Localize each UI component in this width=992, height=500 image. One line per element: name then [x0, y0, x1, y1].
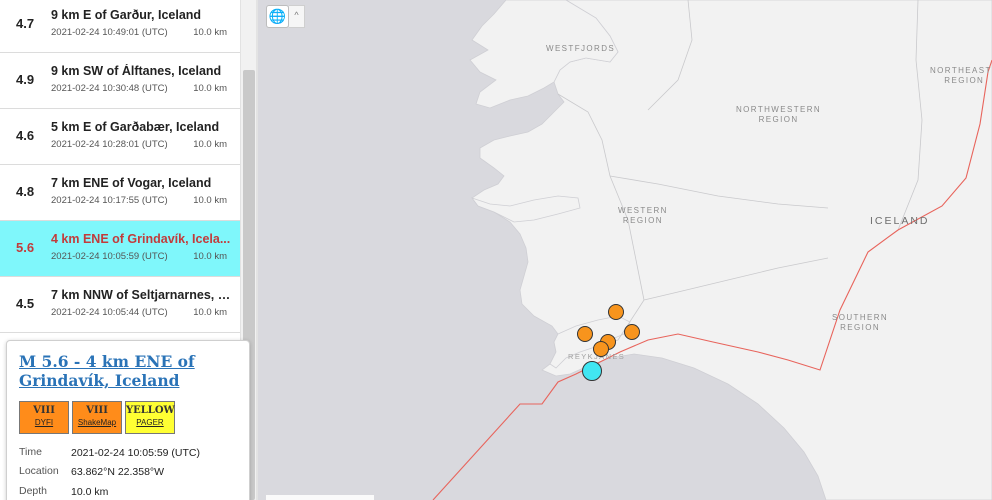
- event-depth: 10.0 km: [193, 195, 227, 206]
- basemap: [258, 0, 992, 500]
- event-depth: 10.0 km: [193, 251, 227, 262]
- globe-icon[interactable]: 🌐: [266, 5, 289, 28]
- event-magnitude: 4.7: [16, 16, 35, 31]
- shakemap-label: ShakeMap: [77, 418, 117, 427]
- list-item[interactable]: 4.5 7 km NNW of Seltjarnarnes, I... 2021-0…: [0, 277, 240, 333]
- event-place: 7 km NNW of Seltjarnarnes, I...: [51, 288, 231, 302]
- event-time: 2021-02-24 10:49:01 (UTC): [51, 27, 168, 38]
- event-place: 9 km SW of Álftanes, Iceland: [51, 64, 222, 78]
- list-item[interactable]: 4.9 9 km SW of Álftanes, Iceland 2021-02-2…: [0, 53, 240, 109]
- event-time: 2021-02-24 10:30:48 (UTC): [51, 83, 168, 94]
- event-time: 2021-02-24 10:05:59 (UTC): [51, 251, 168, 262]
- quake-marker-seltjarnarnes[interactable]: [593, 341, 609, 357]
- event-time: 2021-02-24 10:17:55 (UTC): [51, 195, 168, 206]
- event-place: 4 km ENE of Grindavík, Icela...: [51, 232, 231, 246]
- event-title-link[interactable]: M 5.6 - 4 km ENE of Grindavík, Iceland: [19, 352, 241, 390]
- shakemap-badge[interactable]: VIII ShakeMap: [72, 401, 122, 434]
- shakemap-level: VIII: [86, 405, 108, 416]
- event-place: 9 km E of Garður, Iceland: [51, 8, 202, 22]
- event-magnitude: 4.5: [16, 296, 35, 311]
- pager-level: YELLOW: [126, 405, 175, 416]
- pager-badge[interactable]: YELLOW PAGER: [125, 401, 175, 434]
- dyfi-level: VIII: [33, 405, 55, 416]
- event-magnitude: 4.8: [16, 184, 35, 199]
- label-western-region: WESTERN REGION: [618, 206, 668, 225]
- scale-bar: [266, 495, 374, 500]
- event-magnitude: 5.6: [16, 240, 35, 255]
- event-magnitude: 4.6: [16, 128, 35, 143]
- earthquake-list: 4.7 9 km E of Garður, Iceland 2021-02-24 1…: [0, 0, 240, 340]
- event-time: 2021-02-24 10:28:01 (UTC): [51, 139, 168, 150]
- toolbar-collapse-button[interactable]: ^: [289, 5, 305, 28]
- label-westfjords: WESTFJORDS: [546, 44, 616, 53]
- event-depth: 10.0 km: [193, 139, 227, 150]
- dyfi-label: DYFI: [34, 418, 54, 427]
- list-item[interactable]: 5.6 4 km ENE of Grindavík, Icela... 2021-0…: [0, 221, 240, 277]
- quake-marker-garbur[interactable]: [608, 304, 624, 320]
- list-item[interactable]: 4.6 5 km E of Garðabær, Iceland 2021-02-24…: [0, 109, 240, 165]
- event-depth: 10.0 km: [193, 27, 227, 38]
- event-place: 5 km E of Garðabær, Iceland: [51, 120, 220, 134]
- event-magnitude: 4.9: [16, 72, 35, 87]
- pager-label: PAGER: [136, 418, 164, 427]
- event-place: 7 km ENE of Vogar, Iceland: [51, 176, 212, 190]
- location-label: Location: [19, 465, 59, 477]
- dyfi-badge[interactable]: VIII DYFI: [19, 401, 69, 434]
- time-value: 2021-02-24 10:05:59 (UTC): [71, 447, 200, 459]
- label-iceland: ICELAND: [870, 215, 930, 227]
- event-detail-card: M 5.6 - 4 km ENE of Grindavík, Iceland V…: [6, 340, 250, 500]
- event-time: 2021-02-24 10:05:44 (UTC): [51, 307, 168, 318]
- event-depth: 10.0 km: [193, 307, 227, 318]
- label-southern-region: SOUTHERN REGION: [832, 313, 889, 332]
- quake-marker-alftanes[interactable]: [577, 326, 593, 342]
- depth-value: 10.0 km: [71, 486, 109, 498]
- time-label: Time: [19, 446, 42, 458]
- quake-marker-grindavik-selected[interactable]: [582, 361, 602, 381]
- map-view[interactable]: WESTFJORDS NORTHWESTERN REGION NORTHEAST…: [258, 0, 992, 500]
- list-item[interactable]: 4.7 9 km E of Garður, Iceland 2021-02-24 1…: [0, 0, 240, 53]
- depth-label: Depth: [19, 485, 48, 497]
- label-northwestern-region: NORTHWESTERN REGION: [736, 105, 822, 124]
- quake-marker-gardabaer[interactable]: [624, 324, 640, 340]
- event-depth: 10.0 km: [193, 83, 227, 94]
- label-northeastern-region: NORTHEASTE REGION: [930, 66, 992, 85]
- location-value: 63.862°N 22.358°W: [71, 466, 165, 478]
- list-item[interactable]: 4.8 7 km ENE of Vogar, Iceland 2021-02-24 …: [0, 165, 240, 221]
